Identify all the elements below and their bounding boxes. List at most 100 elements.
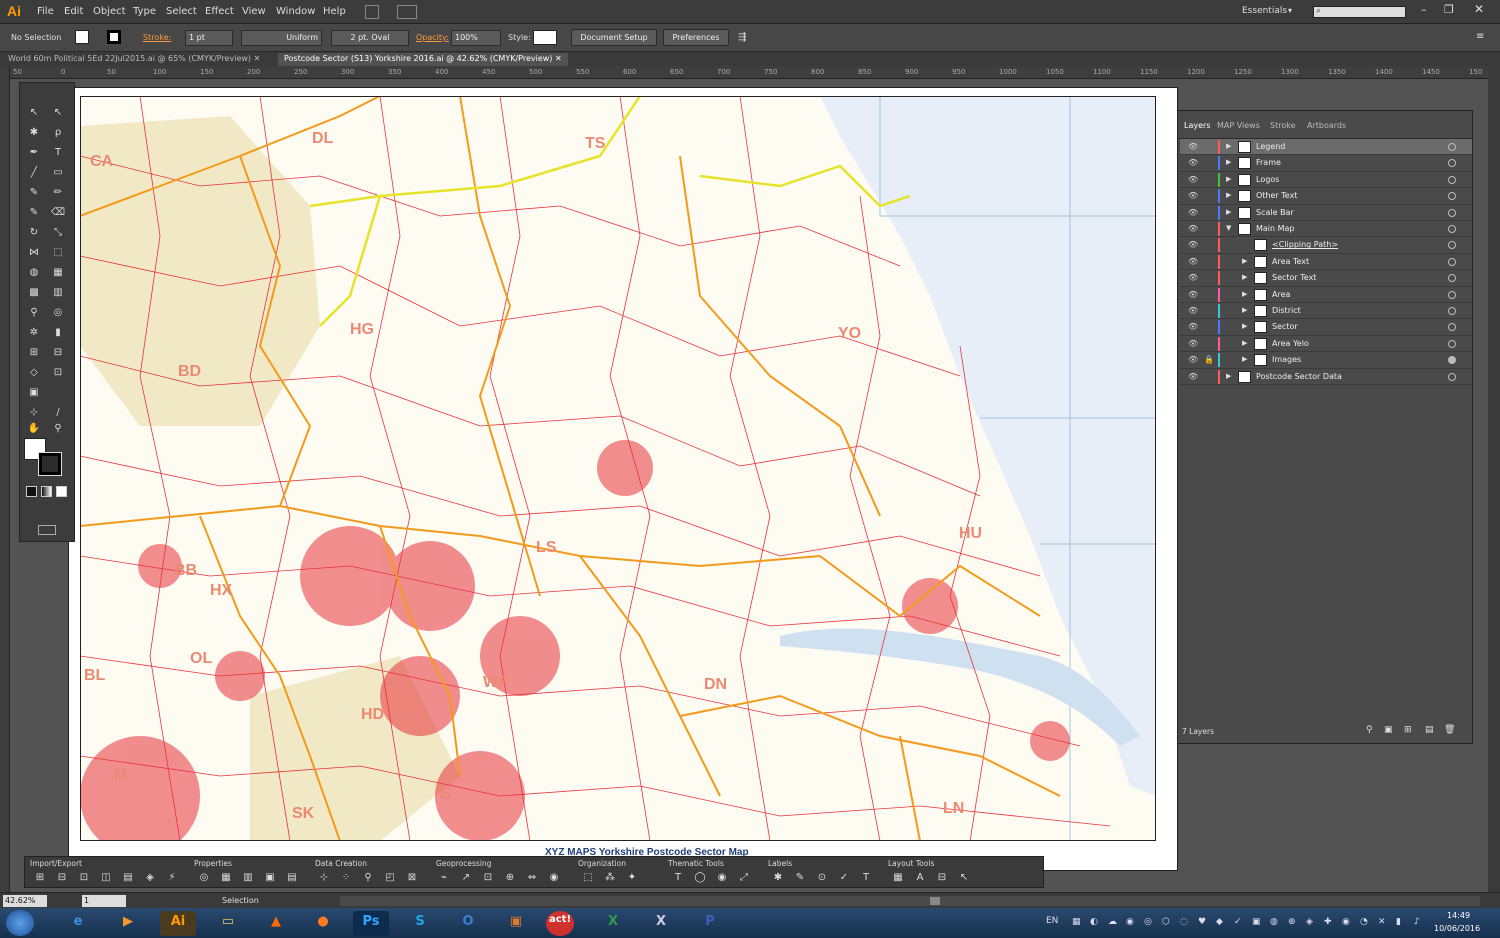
tray-icon[interactable]: ♥ [1198,917,1208,927]
target-circle-icon[interactable] [1448,274,1456,283]
target-circle-icon[interactable] [1448,208,1456,217]
layer-row[interactable]: 👁 ▶ District [1180,303,1472,320]
layer-row[interactable]: 👁 ▶ Logos [1180,172,1472,189]
symbol-sprayer-tool-icon[interactable]: ✲ [24,327,44,344]
stroke-label[interactable]: Stroke: [143,33,171,42]
layer-name[interactable]: Scale Bar [1256,208,1294,217]
tray-icon[interactable]: ⊕ [1288,917,1298,927]
free-transform-tool-icon[interactable]: ⬚ [48,247,68,264]
table-icon[interactable]: ▦ [219,872,233,885]
globe-icon[interactable]: ◎ [197,872,211,885]
attributes-icon[interactable]: ▥ [241,872,255,885]
menu-view[interactable]: View [242,6,266,17]
layer-row[interactable]: 👁 ▶ Postcode Sector Data [1180,369,1472,385]
trash-icon[interactable]: 🗑 [1444,725,1455,735]
style-icon[interactable]: ◉ [715,872,729,885]
blob-brush-tool-icon[interactable]: ✎ [24,207,44,224]
brush-definition[interactable]: 2 pt. Oval [331,30,409,46]
menu-help[interactable]: Help [323,6,346,17]
tray-icon[interactable]: ☁ [1108,917,1118,927]
perspective-grid-tool-icon[interactable]: ▦ [48,267,68,284]
expand-triangle-icon[interactable]: ▶ [1242,290,1247,298]
layer-row[interactable]: 👁 ▶ Sector [1180,319,1472,336]
group-icon[interactable]: ⁂ [603,872,617,885]
minimize-icon[interactable]: – [1421,3,1427,16]
lasso-tool-icon[interactable]: ρ [48,127,68,144]
make-clipping-mask-icon[interactable]: ▣ [1384,725,1393,735]
zoom-tool-icon[interactable]: ⚲ [48,423,68,440]
tray-icon[interactable]: ◍ [1270,917,1280,927]
visibility-eye-icon[interactable]: 👁 [1188,322,1198,331]
language-indicator[interactable]: EN [1046,916,1058,926]
close-icon[interactable]: ✕ [254,54,261,63]
tray-icon[interactable]: ✕ [1378,917,1388,927]
rotate-tool-icon[interactable]: ↻ [24,227,44,244]
tab-stroke[interactable]: Stroke [1270,121,1296,130]
bridge-icon[interactable] [365,5,379,19]
visibility-eye-icon[interactable]: 👁 [1188,372,1198,381]
zoom-field[interactable]: 42.62% [3,895,47,907]
layer-row[interactable]: 👁 ▶ Frame [1180,155,1472,172]
expand-triangle-icon[interactable]: ▶ [1242,355,1247,363]
stroke-color-swatch[interactable] [38,452,62,476]
line-tool-icon[interactable]: ╱ [24,167,44,184]
layer-row[interactable]: 👁 ▶ Other Text [1180,188,1472,205]
measure-icon[interactable]: ⇔ [525,872,539,885]
ellipse-icon[interactable]: ◯ [693,872,707,885]
map-tool-icon[interactable]: ⊞ [24,347,44,364]
media-player-icon[interactable]: ▶ [110,911,146,936]
label-path-icon[interactable]: ⊙ [815,872,829,885]
layer-name[interactable]: Images [1272,355,1301,364]
tray-icon[interactable]: ▣ [1252,917,1262,927]
visibility-eye-icon[interactable]: 👁 [1188,158,1198,167]
tray-icon[interactable]: ◉ [1342,917,1352,927]
layer-name[interactable]: Other Text [1256,191,1297,200]
zoom-extent-icon[interactable]: ⊕ [503,872,517,885]
layer-row[interactable]: 👁 ▶ Area Text [1180,254,1472,271]
gradient-mode-icon[interactable] [41,486,52,497]
tray-icon[interactable]: ◉ [1126,917,1136,927]
expand-triangle-icon[interactable]: ▶ [1226,372,1231,380]
start-button[interactable] [6,910,34,936]
file-explorer-icon[interactable]: ▭ [210,911,246,936]
label-text-icon[interactable]: T [859,872,873,885]
target-circle-icon[interactable] [1448,372,1456,381]
workspace-switcher[interactable]: Essentials [1242,6,1287,16]
map-views-icon[interactable]: ◫ [99,872,113,885]
expand-triangle-icon[interactable]: ▶ [1242,339,1247,347]
target-circle-icon[interactable] [1448,290,1456,299]
volume-icon[interactable]: ♪ [1414,917,1424,927]
panel-menu-icon[interactable]: ≡ [1476,31,1484,42]
close-icon[interactable]: ✕ [555,54,562,63]
none-mode-icon[interactable] [56,486,67,497]
close-icon[interactable]: ✕ [1474,2,1484,16]
shape-builder-tool-icon[interactable]: ◍ [24,267,44,284]
stylesheet-icon[interactable]: ◈ [143,872,157,885]
visibility-eye-icon[interactable]: 👁 [1188,355,1198,364]
tray-icon[interactable]: ✚ [1324,917,1334,927]
expand-triangle-icon[interactable]: ▶ [1242,257,1247,265]
visibility-eye-icon[interactable]: 👁 [1188,191,1198,200]
postcode-map[interactable]: DL TS CA HG YO BD LS BB HX HU OL WF DN H… [80,96,1156,841]
pin-icon[interactable]: ⚲ [361,872,375,885]
image-tool-icon[interactable]: ▣ [24,387,44,404]
label-edit-icon[interactable]: ✓ [837,872,851,885]
expand-triangle-icon[interactable]: ▶ [1242,306,1247,314]
import-icon[interactable]: ⊞ [33,872,47,885]
type-tool-icon[interactable]: T [48,147,68,164]
paintbrush-tool-icon[interactable]: ✎ [24,187,44,204]
target-circle-icon[interactable] [1448,143,1456,151]
gradient-tool-icon[interactable]: ▥ [48,287,68,304]
stroke-weight-field[interactable]: 1 pt [185,30,233,46]
expand-triangle-icon[interactable]: ▶ [1226,158,1231,166]
visibility-eye-icon[interactable]: 👁 [1188,175,1198,184]
legend-icon[interactable]: ▤ [285,872,299,885]
layer-row[interactable]: 👁 <Clipping Path> [1180,237,1472,254]
target-circle-icon[interactable] [1448,307,1456,315]
tab-world-political[interactable]: World 60m Political 5Ed 22Jul2015.ai @ 6… [2,53,266,66]
label-points-icon[interactable]: ✱ [771,872,785,885]
menu-file[interactable]: File [37,6,54,17]
preferences-button[interactable]: Preferences [663,29,729,46]
layer-name[interactable]: Sector [1272,322,1298,331]
visibility-eye-icon[interactable]: 👁 [1188,290,1198,299]
